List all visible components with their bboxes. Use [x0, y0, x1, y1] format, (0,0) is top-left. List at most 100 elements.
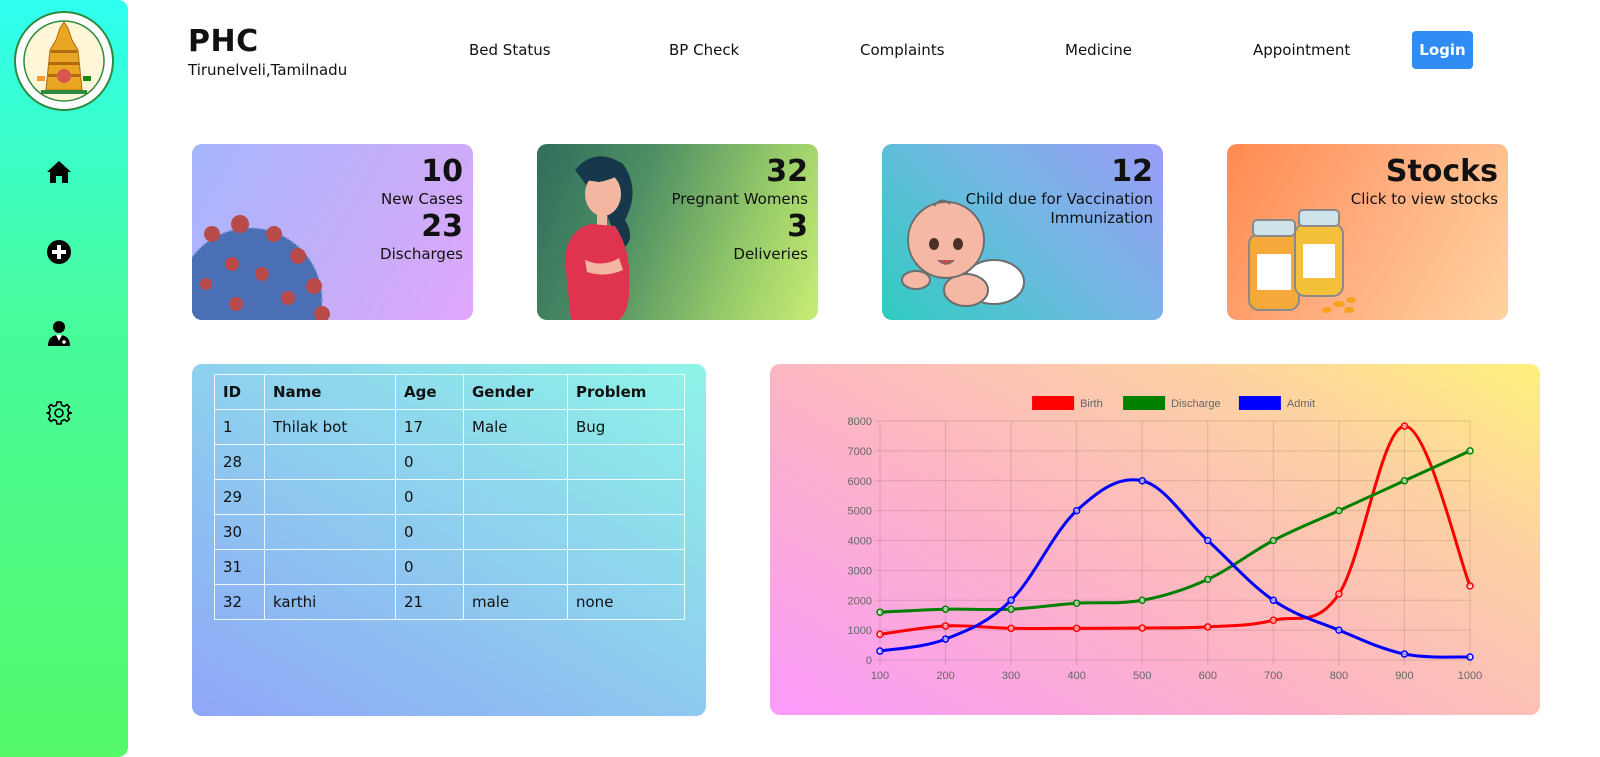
- vaccination-count: 12: [1111, 154, 1153, 189]
- stats-chart-panel: 0 1000 2000 3000 4000 5000 6000 7000 8000 100 200 3…: [770, 364, 1540, 715]
- x-tick-label: 100: [871, 670, 889, 682]
- table-row: 1 Thilak bot 17 Male Bug: [214, 409, 685, 445]
- cell-gender: male: [463, 584, 568, 620]
- cell-name: [264, 444, 396, 480]
- legend-label-admit: Admit: [1287, 398, 1315, 410]
- legend-label-discharge: Discharge: [1171, 398, 1221, 410]
- data-point-birth: [1335, 590, 1343, 598]
- patients-table-panel: ID Name Age Gender Problem 1 Thilak bot …: [192, 364, 706, 716]
- nav-medicine[interactable]: Medicine: [1065, 41, 1132, 59]
- data-point-admit: [1400, 650, 1409, 658]
- tamil-nadu-emblem-logo[interactable]: [13, 10, 115, 112]
- cell-id: 29: [214, 479, 265, 515]
- data-point-birth: [1466, 582, 1474, 590]
- data-point-admit: [1335, 626, 1343, 634]
- y-tick-label: 2000: [848, 595, 872, 607]
- column-header-problem: Problem: [567, 374, 685, 410]
- cell-gender: [463, 479, 568, 515]
- sidebar-item-settings[interactable]: [44, 398, 74, 428]
- data-point-discharge: [1072, 599, 1081, 607]
- data-point-birth: [1007, 624, 1015, 633]
- cell-gender: Male: [463, 409, 568, 445]
- data-point-discharge: [1007, 605, 1015, 613]
- data-point-admit: [1204, 536, 1212, 545]
- cell-name: [264, 549, 396, 585]
- table-header-row: ID Name Age Gender Problem: [214, 374, 685, 410]
- cell-name: karthi: [264, 584, 396, 620]
- sidebar-item-add[interactable]: [44, 237, 74, 267]
- card-vaccination[interactable]: 12 Child due for Vaccination Immunizatio…: [882, 144, 1163, 320]
- home-icon: [47, 161, 71, 183]
- table-row: 28 0: [214, 444, 685, 480]
- new-cases-count: 10: [421, 154, 463, 189]
- cell-age: 0: [395, 514, 464, 550]
- data-point-birth: [876, 630, 884, 639]
- card-pregnant-womens[interactable]: 32 Pregnant Womens 3 Deliveries: [537, 144, 818, 320]
- cell-id: 30: [214, 514, 265, 550]
- x-tick-label: 800: [1330, 670, 1348, 682]
- data-point-admit: [876, 647, 884, 655]
- vaccination-label: Child due for Vaccination: [965, 190, 1153, 208]
- legend-swatch-birth: [1032, 396, 1075, 410]
- x-tick-label: 300: [1002, 670, 1020, 682]
- legend-swatch-discharge: [1123, 396, 1166, 410]
- card-pregnant-text: 32 Pregnant Womens 3 Deliveries: [671, 154, 808, 264]
- data-point-admit: [1007, 596, 1015, 604]
- nav-bed-status[interactable]: Bed Status: [469, 41, 551, 59]
- data-point-admit: [1466, 653, 1474, 661]
- pregnant-count: 32: [766, 154, 808, 189]
- legend-swatch-admit: [1238, 396, 1281, 410]
- nav-bp-check[interactable]: BP Check: [669, 41, 739, 59]
- x-tick-label: 900: [1395, 670, 1413, 682]
- card-vaccination-text: 12 Child due for Vaccination Immunizatio…: [966, 154, 1153, 228]
- series-line-discharge: [879, 449, 1471, 614]
- data-point-admit: [1138, 477, 1146, 485]
- y-tick-label: 8000: [848, 416, 872, 428]
- series-line-birth: [879, 424, 1472, 636]
- column-header-gender: Gender: [463, 374, 568, 410]
- gear-icon: [46, 401, 72, 425]
- data-point-discharge: [1400, 477, 1409, 485]
- y-tick-label: 4000: [848, 536, 872, 548]
- stocks-title: Stocks: [1385, 154, 1498, 189]
- data-point-birth: [1400, 422, 1409, 430]
- data-point-birth: [941, 622, 950, 630]
- y-tick-label: 3000: [848, 565, 872, 577]
- data-point-discharge: [1335, 506, 1343, 515]
- y-tick-label: 6000: [848, 476, 872, 488]
- sidebar-item-doctor[interactable]: [44, 318, 74, 348]
- app-location: Tirunelveli,Tamilnadu: [188, 61, 348, 79]
- cell-name: [264, 479, 396, 515]
- cell-id: 1: [214, 409, 265, 445]
- x-tick-label: 500: [1133, 670, 1151, 682]
- cell-problem: [567, 514, 685, 550]
- stocks-link-label: Click to view stocks: [1350, 190, 1498, 208]
- cell-gender: [463, 514, 568, 550]
- nav-complaints[interactable]: Complaints: [860, 41, 945, 59]
- card-stocks[interactable]: Stocks Click to view stocks: [1227, 144, 1508, 320]
- new-cases-label: New Cases: [380, 190, 463, 208]
- data-point-admit: [1072, 506, 1081, 515]
- x-tick-label: 700: [1264, 670, 1282, 682]
- plus-circle-icon: [47, 240, 71, 264]
- cell-problem: [567, 479, 685, 515]
- pregnant-woman-illustration: [565, 156, 633, 320]
- cell-age: 0: [395, 444, 464, 480]
- cell-gender: [463, 549, 568, 585]
- nav-appointment[interactable]: Appointment: [1253, 41, 1350, 59]
- y-tick-label: 1000: [848, 625, 872, 637]
- data-point-discharge: [941, 605, 950, 613]
- x-tick-label: 1000: [1458, 670, 1482, 682]
- patients-table: ID Name Age Gender Problem 1 Thilak bot …: [214, 374, 685, 620]
- data-point-admit: [941, 635, 950, 643]
- y-tick-label: 7000: [848, 446, 872, 458]
- sidebar-item-home[interactable]: [44, 157, 74, 187]
- cell-name: [264, 514, 396, 550]
- data-point-discharge: [1466, 447, 1474, 455]
- cell-age: 0: [395, 549, 464, 585]
- legend-label-birth: Birth: [1080, 398, 1103, 410]
- data-point-discharge: [876, 608, 884, 616]
- card-new-cases[interactable]: 10 New Cases 23 Discharges: [192, 144, 473, 320]
- login-button[interactable]: Login: [1412, 31, 1473, 69]
- cell-id: 28: [214, 444, 265, 480]
